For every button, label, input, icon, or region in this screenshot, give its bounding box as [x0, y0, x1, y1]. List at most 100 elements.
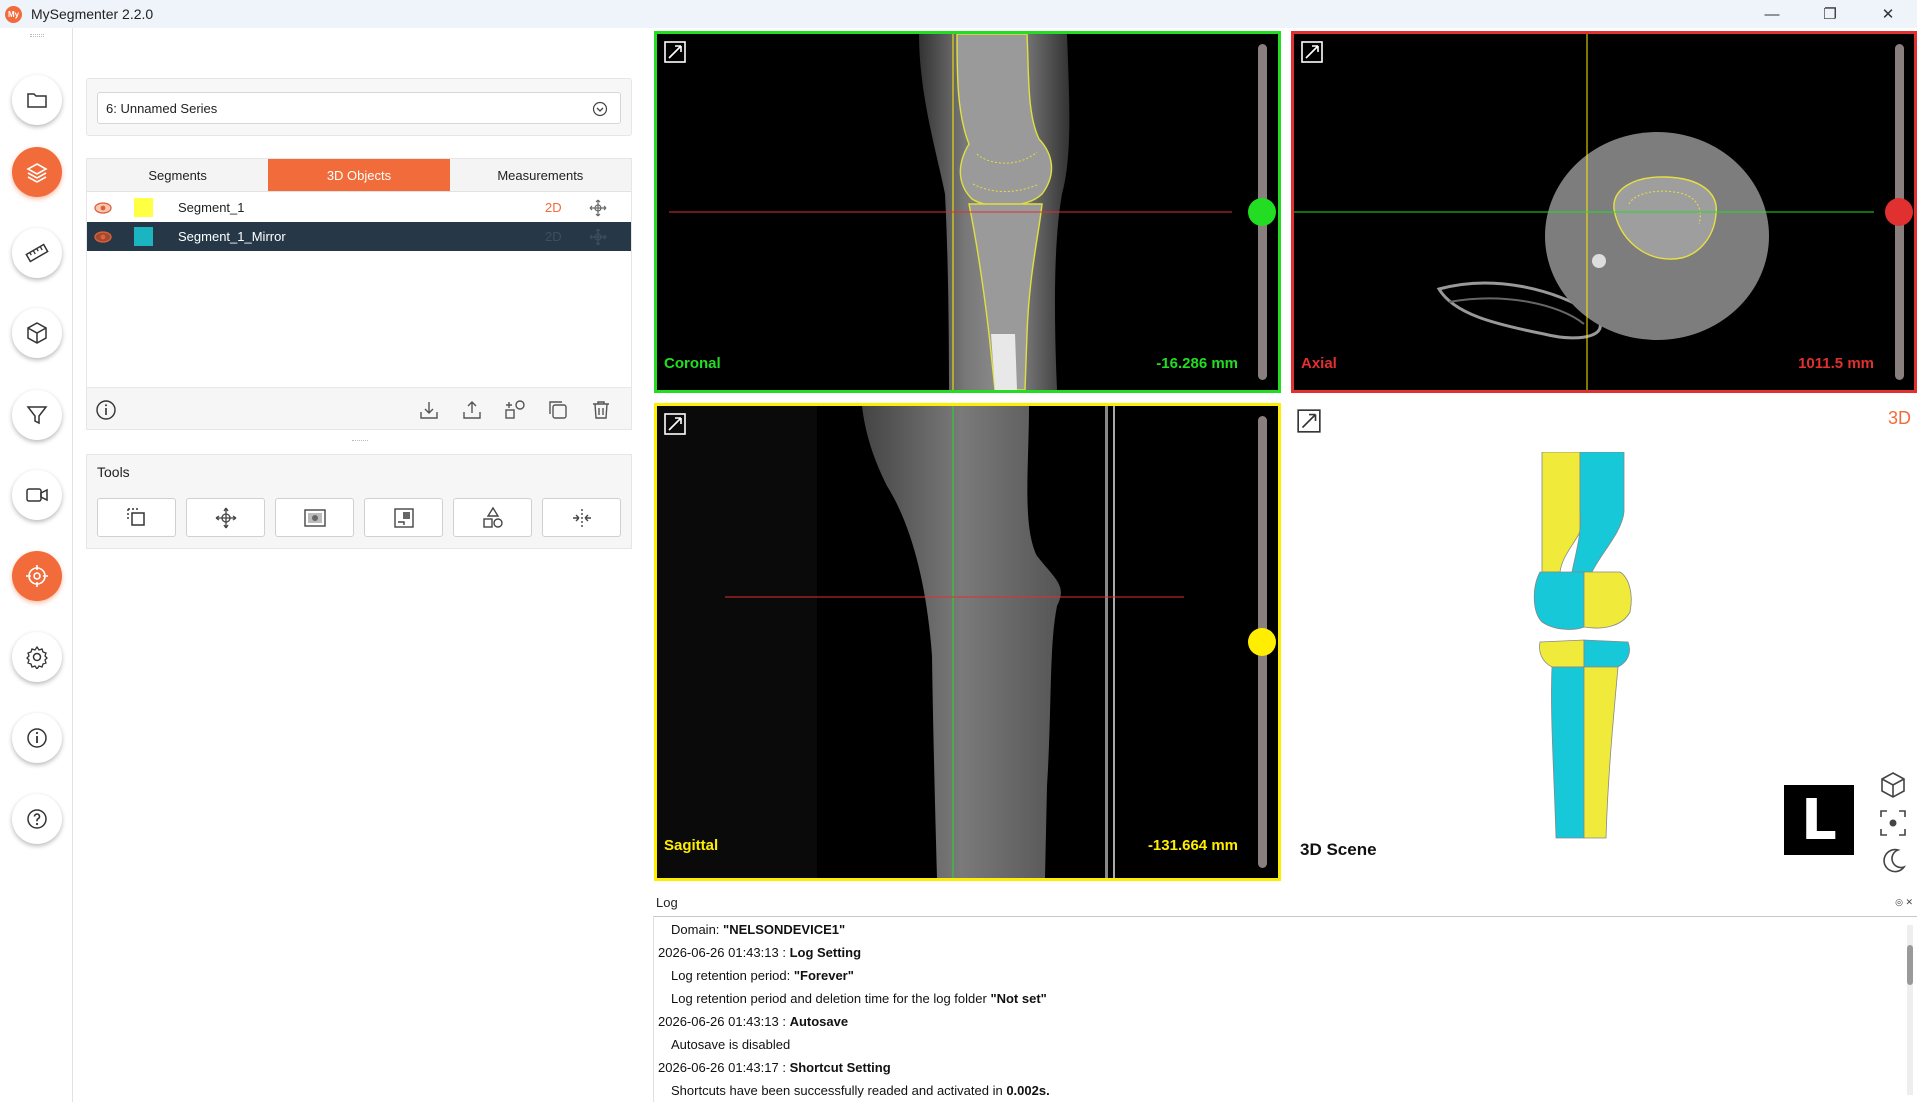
tool-mirror-button[interactable]	[542, 498, 621, 537]
3d-bone-model	[1533, 452, 1632, 839]
3d-scene-view[interactable]: 3D 3D Scene L	[1292, 404, 1917, 882]
table-row[interactable]: Segment_1 2D	[87, 193, 631, 222]
tools-title: Tools	[97, 464, 130, 480]
cube-button[interactable]	[12, 308, 62, 358]
focus-icon[interactable]	[1878, 808, 1908, 838]
segment-name: Segment_1_Mirror	[178, 229, 286, 244]
help-icon	[27, 809, 47, 829]
import-icon[interactable]	[418, 399, 440, 421]
expand-icon[interactable]	[1300, 40, 1324, 64]
view-label: Coronal	[664, 355, 721, 372]
coronal-view[interactable]: Coronal -16.286 mm	[654, 31, 1281, 393]
help-button[interactable]	[12, 794, 62, 844]
ruler-icon	[25, 243, 49, 263]
slice-slider-handle[interactable]	[1248, 628, 1276, 656]
app-window: My MySegmenter 2.2.0 — ❐ ✕ 6: Unnamed Se…	[0, 0, 1917, 1102]
filter-button[interactable]	[12, 390, 62, 440]
3d-scene-label: 3D Scene	[1300, 840, 1377, 859]
log-panel[interactable]: Domain: "NELSONDEVICE1" 2026-06-26 01:43…	[653, 916, 1917, 1102]
tab-3d-objects[interactable]: 3D Objects	[268, 159, 450, 191]
ruler-button[interactable]	[12, 228, 62, 278]
log-line: 2026-06-26 01:43:13 : Log Setting	[658, 945, 862, 960]
series-selected-value: 6: Unnamed Series	[106, 100, 218, 116]
tab-measurements[interactable]: Measurements	[450, 159, 631, 191]
3d-tag: 3D	[1887, 408, 1911, 428]
slice-position: 1011.5 mm	[1798, 355, 1874, 372]
folder-icon	[27, 93, 47, 108]
expand-icon[interactable]	[663, 40, 687, 64]
info-button[interactable]	[12, 713, 62, 763]
tool-mask-button[interactable]	[364, 498, 443, 537]
tool-primitives-button[interactable]	[453, 498, 532, 537]
segment-color-swatch[interactable]	[134, 198, 153, 217]
segments-tabs: Segments 3D Objects Measurements	[87, 159, 631, 192]
log-line: 2026-06-26 01:43:17 : Shortcut Setting	[658, 1060, 891, 1075]
view-label: Sagittal	[664, 837, 719, 854]
eye-icon[interactable]	[93, 198, 113, 218]
log-line: Autosave is disabled	[671, 1037, 791, 1052]
segment-mode-toggle[interactable]: 2D	[545, 229, 562, 244]
app-logo-icon: My	[5, 5, 22, 23]
target-icon	[26, 565, 48, 587]
segment-color-swatch[interactable]	[134, 227, 153, 246]
coronal-image	[657, 34, 1278, 390]
shapes-icon	[482, 506, 503, 528]
crop-select-icon	[126, 507, 145, 526]
log-line: 2026-06-26 01:43:13 : Autosave	[658, 1014, 849, 1029]
orientation-marker: L	[1784, 785, 1854, 855]
slice-position: -16.286 mm	[1156, 355, 1238, 372]
target-button[interactable]	[12, 551, 62, 601]
log-line: Log retention period and deletion time f…	[671, 991, 1047, 1006]
panel-resize-grip[interactable]	[352, 440, 368, 443]
segment-mode-toggle[interactable]: 2D	[545, 200, 562, 215]
segment-name: Segment_1	[178, 200, 245, 215]
restore-button[interactable]: ❐	[1801, 0, 1859, 28]
axial-image	[1294, 34, 1914, 390]
move-icon[interactable]	[588, 227, 608, 247]
filter-icon	[26, 406, 48, 425]
moon-icon[interactable]	[1878, 846, 1908, 876]
shapes-icon[interactable]	[504, 399, 526, 421]
export-icon[interactable]	[461, 399, 483, 421]
app-title: MySegmenter 2.2.0	[31, 6, 154, 22]
log-line: Log retention period: "Forever"	[671, 968, 854, 983]
open-folder-button[interactable]	[12, 75, 62, 125]
log-dock-controls[interactable]: ◎ ✕	[1895, 897, 1913, 908]
layers-button[interactable]	[12, 147, 62, 197]
settings-button[interactable]	[12, 632, 62, 682]
gear-icon	[26, 645, 48, 669]
log-line: Domain: "NELSONDEVICE1"	[671, 922, 846, 937]
log-scrollbar-thumb[interactable]	[1907, 945, 1913, 985]
trash-icon[interactable]	[590, 399, 612, 421]
slice-slider-handle[interactable]	[1885, 198, 1913, 226]
slice-position: -131.664 mm	[1147, 837, 1238, 854]
segments-panel: Segments 3D Objects Measurements Segment…	[86, 158, 632, 430]
video-button[interactable]	[12, 470, 62, 520]
title-bar: My MySegmenter 2.2.0 — ❐ ✕	[0, 0, 1917, 28]
tab-segments[interactable]: Segments	[87, 159, 268, 191]
log-line: Shortcuts have been successfully readed …	[671, 1083, 1050, 1098]
sagittal-view[interactable]: Sagittal -131.664 mm	[654, 403, 1281, 881]
layers-icon	[26, 163, 48, 183]
tool-transform-button[interactable]	[186, 498, 265, 537]
copy-icon[interactable]	[547, 399, 569, 421]
tool-image-button[interactable]	[275, 498, 354, 537]
image-icon	[303, 508, 326, 527]
minimize-button[interactable]: —	[1743, 0, 1801, 28]
move-icon[interactable]	[588, 198, 608, 218]
close-button[interactable]: ✕	[1859, 0, 1917, 28]
cube-icon[interactable]	[1878, 770, 1908, 800]
tool-crop-button[interactable]	[97, 498, 176, 537]
table-row[interactable]: Segment_1_Mirror 2D	[87, 222, 631, 251]
eye-icon[interactable]	[93, 227, 113, 247]
axial-view[interactable]: Axial 1011.5 mm	[1291, 31, 1917, 393]
expand-icon[interactable]	[1296, 408, 1322, 434]
expand-icon[interactable]	[663, 412, 687, 436]
series-dropdown[interactable]: 6: Unnamed Series	[97, 92, 621, 124]
slice-slider-handle[interactable]	[1248, 198, 1276, 226]
segments-footer	[87, 387, 631, 429]
info-icon[interactable]	[95, 399, 117, 421]
rail-grip[interactable]	[30, 34, 44, 37]
sagittal-image	[657, 406, 1278, 878]
log-scrollbar[interactable]	[1907, 925, 1913, 1095]
